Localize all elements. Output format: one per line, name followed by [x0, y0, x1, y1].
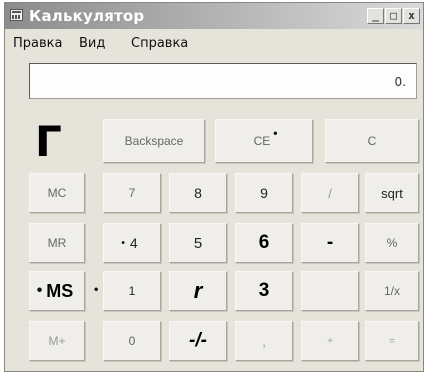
menu-bar: Правка Вид Справка	[5, 31, 423, 53]
clear-entry-button[interactable]: CE •	[215, 119, 313, 163]
minimize-button[interactable]: _	[367, 8, 384, 24]
memory-recall-button[interactable]: MR	[29, 223, 85, 263]
window-title: Калькулятор	[29, 7, 145, 25]
sqrt-button[interactable]: sqrt	[365, 173, 419, 213]
digit-3-button[interactable]: 3	[235, 271, 293, 311]
button-mark: •	[273, 126, 278, 140]
decimal-point-button[interactable]: ,	[235, 321, 293, 361]
digit-6-button[interactable]: 6	[235, 223, 293, 263]
digit-8-button[interactable]: 8	[169, 173, 227, 213]
memory-indicator: Г	[35, 117, 62, 166]
digit-4-label: 4	[129, 235, 138, 251]
backspace-button[interactable]: Backspace	[103, 119, 205, 163]
divide-button[interactable]: /	[301, 173, 359, 213]
multiply-button[interactable]	[301, 271, 359, 311]
subtract-button[interactable]: -	[301, 223, 359, 263]
stray-mark: •	[93, 285, 100, 296]
sign-toggle-button[interactable]: -/-	[169, 321, 227, 361]
add-button[interactable]: +	[301, 321, 359, 361]
calculator-window: Калькулятор _ □ x Правка Вид Справка 0. …	[4, 2, 424, 372]
clear-entry-label: CE	[253, 134, 271, 148]
reciprocal-button[interactable]: 1/x	[365, 271, 419, 311]
calculator-app-icon	[10, 9, 23, 21]
memory-clear-button[interactable]: MC	[29, 173, 85, 213]
digit-0-button[interactable]: 0	[103, 321, 161, 361]
menu-edit[interactable]: Правка	[13, 36, 62, 51]
digit-1-button[interactable]: 1	[103, 271, 161, 311]
menu-view[interactable]: Вид	[79, 36, 105, 51]
display-value: 0.	[394, 75, 406, 89]
digit-7-button[interactable]: 7	[103, 173, 161, 213]
button-mark: •	[36, 282, 43, 299]
button-mark: •	[121, 237, 125, 249]
memory-store-label: MS	[46, 280, 74, 301]
maximize-button[interactable]: □	[385, 8, 402, 24]
digit-5-button[interactable]: 5	[169, 223, 227, 263]
digit-9-button[interactable]: 9	[235, 173, 293, 213]
title-bar[interactable]: Калькулятор _ □ x	[5, 3, 423, 29]
memory-store-button[interactable]: • MS	[29, 271, 85, 311]
digit-4-button[interactable]: • 4	[103, 223, 161, 263]
percent-button[interactable]: %	[365, 223, 419, 263]
result-display: 0.	[29, 63, 417, 99]
digit-2-button[interactable]: r	[169, 271, 227, 311]
equals-button[interactable]: =	[365, 321, 419, 361]
clear-button[interactable]: C	[325, 119, 419, 163]
close-button[interactable]: x	[403, 8, 420, 24]
memory-add-button[interactable]: M+	[29, 321, 85, 361]
menu-help[interactable]: Справка	[131, 36, 188, 51]
